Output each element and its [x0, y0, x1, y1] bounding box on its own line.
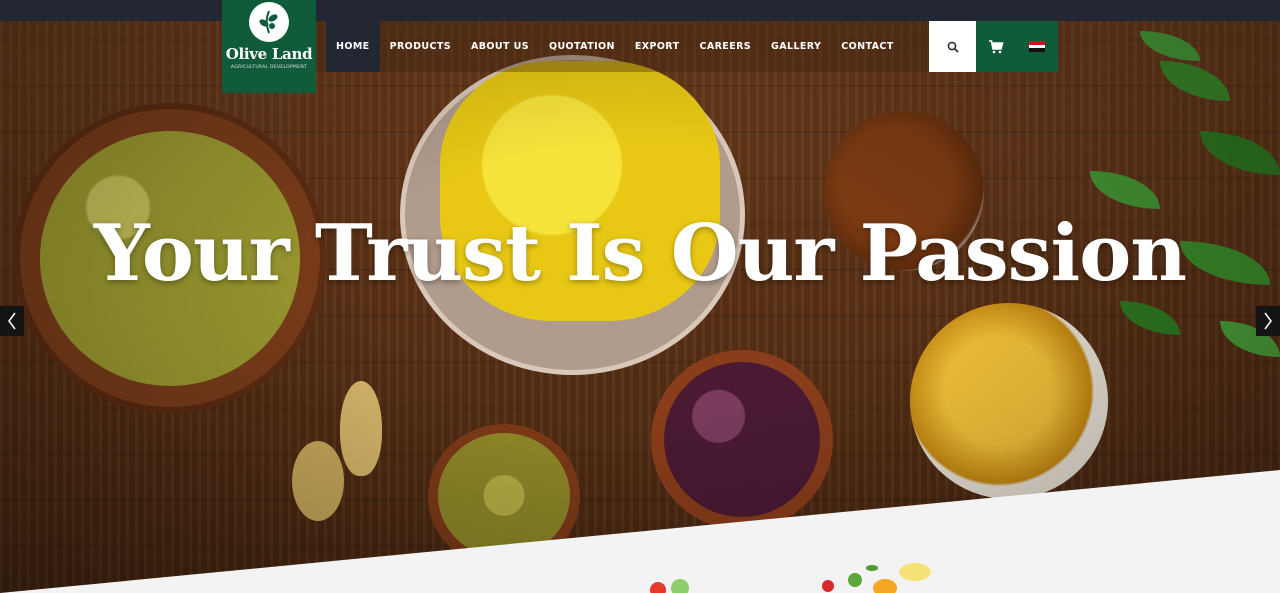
- nav-about-us[interactable]: ABOUT US: [461, 21, 539, 72]
- chevron-left-icon: [8, 312, 16, 330]
- nav-products[interactable]: PRODUCTS: [380, 21, 461, 72]
- main-nav: HOME PRODUCTS ABOUT US QUOTATION EXPORT …: [326, 21, 904, 72]
- nav-careers[interactable]: CAREERS: [689, 21, 761, 72]
- logo-tagline: AGRICULTURAL DEVELOPMENT: [230, 65, 308, 70]
- chevron-right-icon: [1264, 312, 1272, 330]
- site-logo[interactable]: Olive Land AGRICULTURAL DEVELOPMENT: [222, 0, 316, 93]
- slider-next-button[interactable]: [1256, 306, 1280, 336]
- nav-quotation[interactable]: QUOTATION: [539, 21, 625, 72]
- search-icon: [947, 41, 959, 53]
- nav-contact[interactable]: CONTACT: [831, 21, 903, 72]
- nav-home[interactable]: HOME: [326, 21, 380, 72]
- nav-export[interactable]: EXPORT: [625, 21, 690, 72]
- hero-headline: Your Trust Is Our Passion: [94, 208, 1187, 299]
- cart-button[interactable]: [976, 21, 1016, 72]
- top-bar: [0, 0, 1280, 21]
- site-header: Olive Land AGRICULTURAL DEVELOPMENT HOME…: [0, 0, 1280, 93]
- search-button[interactable]: [929, 21, 976, 72]
- logo-name: Olive Land: [225, 45, 313, 63]
- language-button[interactable]: [1016, 21, 1058, 72]
- slider-prev-button[interactable]: [0, 306, 24, 336]
- fruit-decoration: [650, 563, 931, 593]
- egypt-flag-icon: [1029, 41, 1045, 53]
- olive-branch-icon: [249, 2, 289, 42]
- nav-gallery[interactable]: GALLERY: [761, 21, 831, 72]
- cart-icon: [989, 39, 1004, 53]
